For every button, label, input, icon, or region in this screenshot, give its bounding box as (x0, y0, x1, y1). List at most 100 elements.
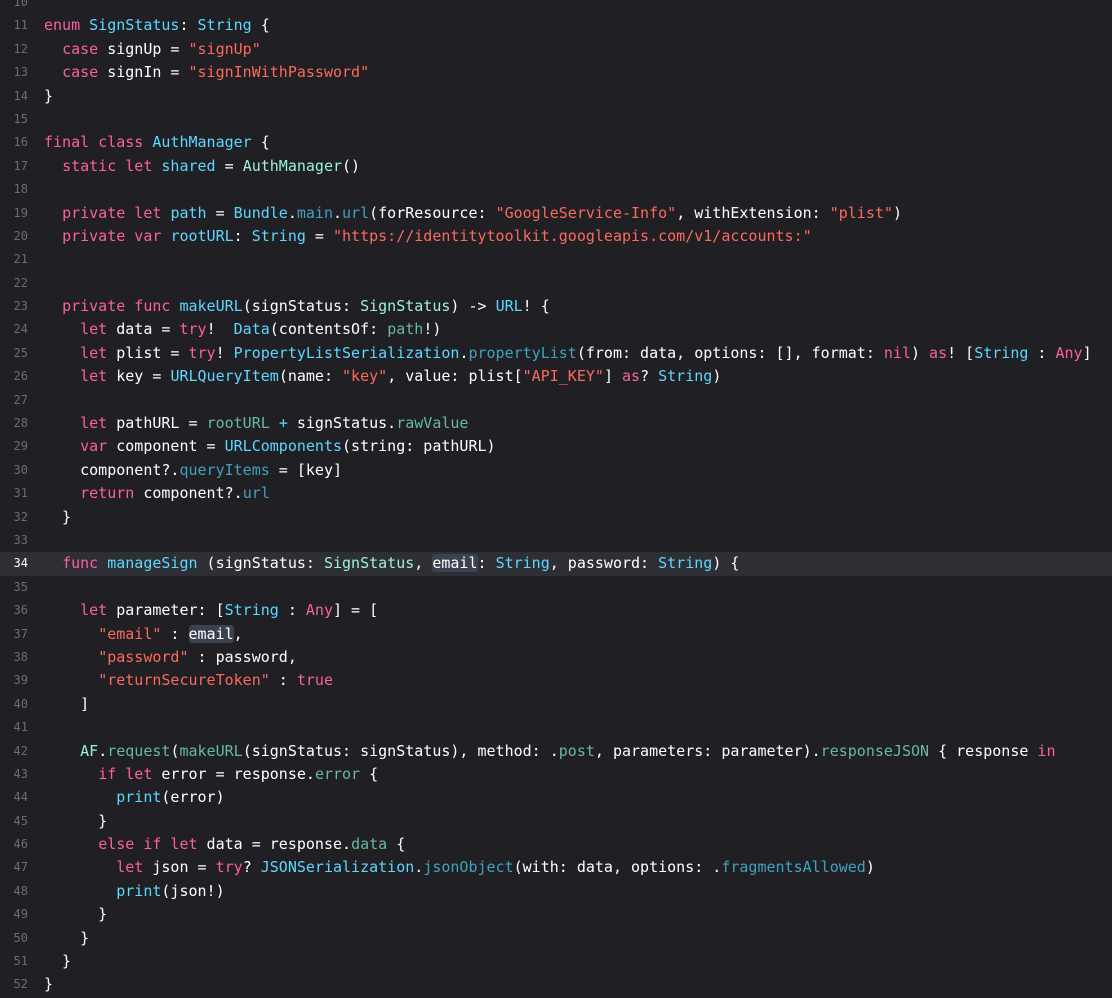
code-line[interactable]: 50 } (0, 927, 1112, 950)
code-line[interactable]: 31 return component?.url (0, 482, 1112, 505)
code-line[interactable]: 32 } (0, 506, 1112, 529)
code-text[interactable]: private var rootURL: String = "https://i… (28, 225, 1112, 248)
plain-token: ] = [ (333, 601, 379, 620)
code-text[interactable]: print(error) (28, 786, 1112, 809)
code-text[interactable]: case signUp = "signUp" (28, 38, 1112, 61)
code-text[interactable]: component?.queryItems = [key] (28, 459, 1112, 482)
code-line[interactable]: 14} (0, 85, 1112, 108)
code-line[interactable]: 30 component?.queryItems = [key] (0, 459, 1112, 482)
code-text[interactable]: let pathURL = rootURL + signStatus.rawVa… (28, 412, 1112, 435)
code-line[interactable]: 41 (0, 716, 1112, 739)
code-text[interactable] (28, 389, 1112, 412)
code-text[interactable]: let parameter: [String : Any] = [ (28, 599, 1112, 622)
code-text[interactable]: print(json!) (28, 880, 1112, 903)
code-text[interactable]: } (28, 85, 1112, 108)
code-line[interactable]: 28 let pathURL = rootURL + signStatus.ra… (0, 412, 1112, 435)
code-text[interactable]: let json = try? JSONSerialization.jsonOb… (28, 856, 1112, 879)
keyword-token: return (80, 484, 135, 503)
code-line[interactable]: 12 case signUp = "signUp" (0, 38, 1112, 61)
code-text[interactable] (28, 529, 1112, 552)
plain-token: (string: pathURL) (342, 437, 496, 456)
code-line[interactable]: 44 print(error) (0, 786, 1112, 809)
code-line[interactable]: 21 (0, 248, 1112, 271)
code-text[interactable]: private let path = Bundle.main.url(forRe… (28, 202, 1112, 225)
code-text[interactable]: } (28, 506, 1112, 529)
code-line[interactable]: 27 (0, 389, 1112, 412)
code-text[interactable]: let data = try! Data(contentsOf: path!) (28, 318, 1112, 341)
code-line[interactable]: 43 if let error = response.error { (0, 763, 1112, 786)
code-line[interactable]: 29 var component = URLComponents(string:… (0, 435, 1112, 458)
plain-token: . (414, 858, 424, 877)
code-line[interactable]: 24 let data = try! Data(contentsOf: path… (0, 318, 1112, 341)
code-text[interactable]: let key = URLQueryItem(name: "key", valu… (28, 365, 1112, 388)
code-line[interactable]: 45 } (0, 810, 1112, 833)
code-text[interactable]: } (28, 973, 1112, 996)
code-text[interactable]: static let shared = AuthManager() (28, 155, 1112, 178)
code-text[interactable]: let plist = try! PropertyListSerializati… (28, 342, 1112, 365)
code-line[interactable]: 25 let plist = try! PropertyListSerializ… (0, 342, 1112, 365)
code-text[interactable] (28, 272, 1112, 295)
code-line[interactable]: 42 AF.request(makeURL(signStatus: signSt… (0, 740, 1112, 763)
code-line[interactable]: 10 (0, 0, 1112, 14)
code-text[interactable]: enum SignStatus: String { (28, 14, 1112, 37)
code-text[interactable]: } (28, 950, 1112, 973)
code-text[interactable] (28, 178, 1112, 201)
code-line[interactable]: 22 (0, 272, 1112, 295)
code-text[interactable] (28, 0, 1112, 14)
code-text[interactable] (28, 248, 1112, 271)
code-text[interactable]: private func makeURL(signStatus: SignSta… (28, 295, 1112, 318)
code-text[interactable]: ] (28, 693, 1112, 716)
code-line[interactable]: 13 case signIn = "signInWithPassword" (0, 61, 1112, 84)
code-line[interactable]: 20 private var rootURL: String = "https:… (0, 225, 1112, 248)
code-text[interactable]: func manageSign (signStatus: SignStatus,… (28, 552, 1112, 575)
code-text[interactable]: var component = URLComponents(string: pa… (28, 435, 1112, 458)
code-text[interactable]: "returnSecureToken" : true (28, 669, 1112, 692)
code-line[interactable]: 49 } (0, 903, 1112, 926)
code-text[interactable]: } (28, 927, 1112, 950)
plain-token: ! (215, 343, 234, 362)
plain-token: : (477, 554, 496, 573)
code-line[interactable]: 39 "returnSecureToken" : true (0, 669, 1112, 692)
code-line[interactable]: 33 (0, 529, 1112, 552)
code-line[interactable]: 51 } (0, 950, 1112, 973)
code-line[interactable]: 18 (0, 178, 1112, 201)
code-line[interactable]: 37 "email" : email, (0, 623, 1112, 646)
code-editor[interactable]: 10 11 enum SignStatus: String {12 case sig… (0, 0, 1112, 997)
code-line[interactable]: 40 ] (0, 693, 1112, 716)
code-line[interactable]: 36 let parameter: [String : Any] = [ (0, 599, 1112, 622)
code-line[interactable]: 47 let json = try? JSONSerialization.jso… (0, 856, 1112, 879)
code-text[interactable]: final class AuthManager { (28, 131, 1112, 154)
code-text[interactable] (28, 716, 1112, 739)
code-line[interactable]: 11 enum SignStatus: String { (0, 14, 1112, 37)
code-text[interactable]: else if let data = response.data { (28, 833, 1112, 856)
code-text[interactable]: AF.request(makeURL(signStatus: signStatu… (28, 740, 1112, 763)
plain-token: signIn = (98, 63, 189, 82)
code-line[interactable]: 23 private func makeURL(signStatus: Sign… (0, 295, 1112, 318)
code-text[interactable]: case signIn = "signInWithPassword" (28, 61, 1112, 84)
code-line[interactable]: 48 print(json!) (0, 880, 1112, 903)
code-text[interactable]: } (28, 903, 1112, 926)
code-text[interactable]: if let error = response.error { (28, 763, 1112, 786)
code-text[interactable] (28, 108, 1112, 131)
plain-token: : (1028, 343, 1056, 362)
code-text[interactable]: "email" : email, (28, 623, 1112, 646)
plain-token: component = (107, 437, 225, 456)
code-line[interactable]: 35 (0, 576, 1112, 599)
code-text[interactable]: } (28, 810, 1112, 833)
code-line[interactable]: 34 func manageSign (signStatus: SignStat… (0, 552, 1112, 576)
code-line[interactable]: 19 private let path = Bundle.main.url(fo… (0, 202, 1112, 225)
code-text[interactable]: "password" : password, (28, 646, 1112, 669)
code-line[interactable]: 52} (0, 973, 1112, 996)
code-line[interactable]: 16 final class AuthManager { (0, 131, 1112, 154)
line-number: 40 (13, 696, 28, 711)
code-line[interactable]: 38 "password" : password, (0, 646, 1112, 669)
code-line[interactable]: 15 (0, 108, 1112, 131)
code-line[interactable]: 17 static let shared = AuthManager() (0, 155, 1112, 178)
code-text[interactable] (28, 576, 1112, 599)
code-line[interactable]: 46 else if let data = response.data { (0, 833, 1112, 856)
code-line[interactable]: 26 let key = URLQueryItem(name: "key", v… (0, 365, 1112, 388)
code-text[interactable]: return component?.url (28, 482, 1112, 505)
